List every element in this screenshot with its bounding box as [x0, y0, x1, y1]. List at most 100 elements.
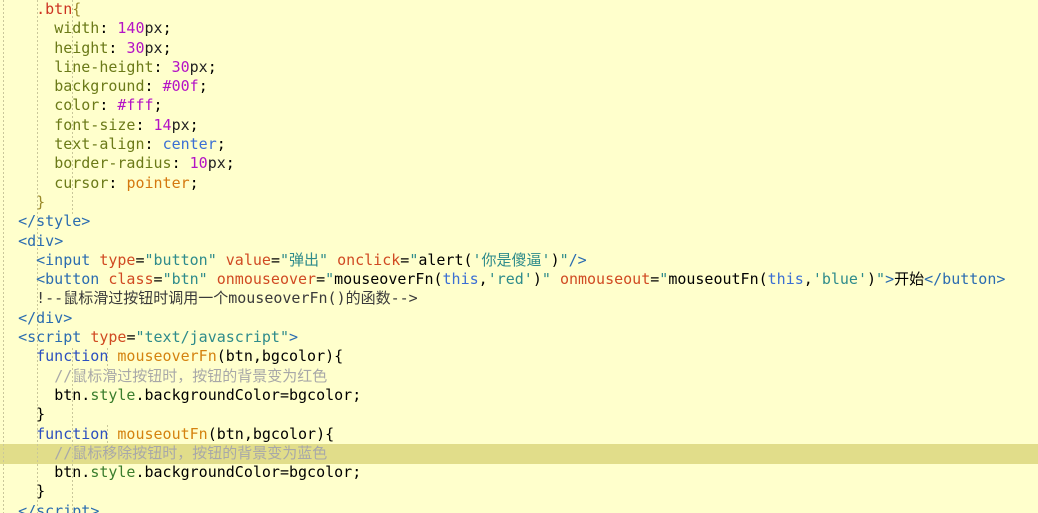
token-punct: </ [18, 501, 37, 513]
code-line[interactable]: !--鼠标滑过按钮时调用一个mouseoverFn()的函数--> [0, 289, 1038, 308]
code-editor[interactable]: .btn{ width: 140px; height: 30px; line-h… [0, 0, 1038, 513]
code-line[interactable]: btn.style.backgroundColor=bgcolor; [0, 386, 1038, 405]
code-line[interactable]: background: #00f; [0, 77, 1038, 96]
token-punct: </ [18, 212, 37, 231]
token-plain: ) [550, 250, 560, 269]
code-line[interactable]: <div> [0, 232, 1038, 251]
code-line[interactable]: </style> [0, 212, 1038, 231]
token-kwval2: pointer [126, 173, 190, 192]
token-punct: </ [18, 308, 37, 327]
code-line[interactable]: } [0, 482, 1038, 501]
token-plain: ) [532, 270, 542, 289]
code-line[interactable]: border-radius: 10px; [0, 154, 1038, 173]
token-prop: font-size [54, 115, 136, 134]
code-line[interactable]: <input type="button" value="弹出" onclick=… [0, 251, 1038, 270]
token-plain: = [270, 250, 280, 269]
token-prop: line-height [54, 57, 154, 76]
token-unit: px [189, 57, 208, 76]
token-tag: script [27, 328, 82, 347]
token-tag: button [45, 270, 100, 289]
token-attr: type [99, 250, 136, 269]
token-num: 30 [171, 57, 190, 76]
token-attrval: " [325, 270, 335, 289]
code-line[interactable]: function mouseoverFn(btn,bgcolor){ [0, 347, 1038, 366]
token-plain: = [400, 250, 410, 269]
token-plain: mouseoverFn( [334, 270, 443, 289]
token-attrval: " [409, 250, 419, 269]
token-selector: .btn [36, 0, 73, 18]
token-prop: color [54, 96, 100, 115]
code-line[interactable]: text-align: center; [0, 135, 1038, 154]
code-line[interactable]: //鼠标滑过按钮时，按钮的背景变为红色 [0, 367, 1038, 386]
token-plain: (btn,bgcolor){ [216, 347, 344, 366]
token-prop2: style [90, 385, 136, 404]
token-brace: { [72, 0, 82, 18]
token-plain: : [108, 173, 127, 192]
token-unit: px [144, 19, 163, 38]
code-line[interactable]: cursor: pointer; [0, 174, 1038, 193]
token-prop: height [54, 38, 109, 57]
token-prop: text-align [54, 135, 145, 154]
token-punct: > [996, 270, 1006, 289]
code-line[interactable]: } [0, 193, 1038, 212]
token-plain: : [108, 38, 127, 57]
code-line[interactable]: font-size: 14px; [0, 116, 1038, 135]
token-keyword: function [36, 424, 109, 443]
token-plain: ; [225, 154, 235, 173]
token-unit: px [144, 38, 163, 57]
token-num: 14 [153, 115, 172, 134]
code-line[interactable]: .btn{ [0, 0, 1038, 19]
code-line[interactable]: <script type="text/javascript"> [0, 328, 1038, 347]
token-attr: type [90, 328, 127, 347]
token-plain: = [650, 270, 660, 289]
code-line[interactable]: <button class="btn" onmouseover="mouseov… [0, 270, 1038, 289]
token-punct: > [63, 308, 73, 327]
code-line[interactable]: width: 140px; [0, 19, 1038, 38]
token-plain: alert( [418, 250, 473, 269]
token-num: 10 [189, 154, 208, 173]
code-line[interactable]: </div> [0, 309, 1038, 328]
code-content[interactable]: .btn{ width: 140px; height: 30px; line-h… [0, 0, 1038, 513]
token-num: #fff [117, 96, 154, 115]
token-plain: ; [162, 38, 172, 57]
token-attrval: "btn" [162, 270, 208, 289]
token-kwval: this [767, 270, 804, 289]
code-line[interactable]: btn.style.backgroundColor=bgcolor; [0, 463, 1038, 482]
code-line[interactable]: } [0, 405, 1038, 424]
token-htmlcomment: !--鼠标滑过按钮时调用一个mouseoverFn()的函数--> [36, 289, 418, 308]
token-punct: > [90, 501, 100, 513]
token-plain: ; [216, 135, 226, 154]
code-line[interactable]: //鼠标移除按钮时，按钮的背景变为蓝色 [0, 444, 1038, 463]
token-tag: script [36, 501, 91, 513]
code-line[interactable]: height: 30px; [0, 39, 1038, 58]
code-line[interactable]: line-height: 30px; [0, 58, 1038, 77]
token-plain: ; [162, 19, 172, 38]
token-plain: : [99, 19, 118, 38]
code-line[interactable]: function mouseoutFn(btn,bgcolor){ [0, 425, 1038, 444]
token-attrval: "button" [144, 250, 217, 269]
token-num: #00f [162, 77, 199, 96]
token-plain: .backgroundColor=bgcolor; [135, 463, 362, 482]
token-plain: , [478, 270, 488, 289]
code-line[interactable]: color: #fff; [0, 96, 1038, 115]
token-num: 30 [126, 38, 145, 57]
token-plain: = [135, 250, 145, 269]
token-tag: div [36, 308, 64, 327]
token-keyword: function [36, 347, 109, 366]
code-line[interactable]: </script> [0, 502, 1038, 513]
token-punct: > [81, 212, 91, 231]
token-plain: , [803, 270, 813, 289]
token-prop: background [54, 77, 145, 96]
